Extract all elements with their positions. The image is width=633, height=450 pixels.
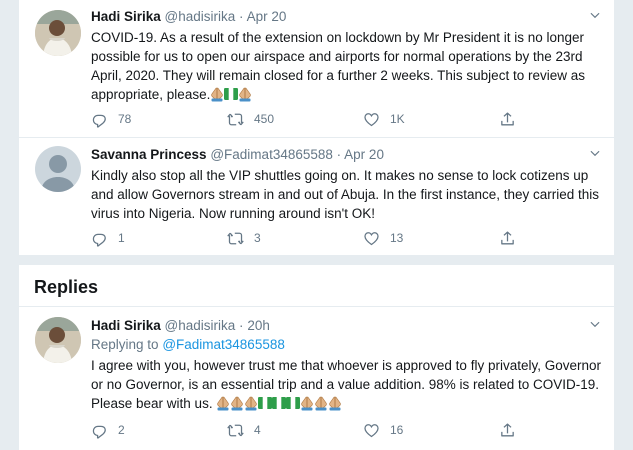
author-name[interactable]: Hadi Sirika — [91, 9, 161, 24]
tweet-original[interactable]: Hadi Sirika @hadisirika · Apr 20 COVID-1… — [19, 0, 616, 137]
like-count: 13 — [390, 231, 404, 245]
chevron-down-icon[interactable] — [588, 8, 602, 22]
tweet-time[interactable]: Apr 20 — [344, 147, 384, 162]
tweet-header: Hadi Sirika @hadisirika · 20h — [91, 317, 602, 335]
share-icon — [499, 111, 516, 128]
retweet-button[interactable]: 450 — [227, 110, 274, 128]
like-button[interactable]: 16 — [363, 421, 403, 439]
tweet-text-content: I agree with you, however trust me that … — [91, 358, 601, 411]
share-button[interactable] — [499, 229, 516, 247]
reply-icon — [91, 422, 108, 439]
avatar-photo-icon — [35, 317, 81, 363]
author-name[interactable]: Hadi Sirika — [91, 318, 161, 333]
tweet-text: I agree with you, however trust me that … — [91, 356, 602, 416]
nigeria-flag-icon — [272, 395, 286, 411]
reply-icon — [91, 230, 108, 247]
share-icon — [499, 422, 516, 439]
heart-icon — [363, 111, 380, 128]
like-button[interactable]: 1K — [363, 110, 405, 128]
replies-heading: Replies — [34, 277, 99, 297]
reply-icon — [91, 111, 108, 128]
separator-dot: · — [239, 318, 244, 333]
reply-button[interactable]: 2 — [91, 421, 125, 439]
retweet-button[interactable]: 4 — [227, 421, 261, 439]
nigeria-flag-icon — [258, 395, 272, 411]
nigeria-flag-icon — [224, 86, 238, 102]
retweet-count: 4 — [254, 423, 261, 437]
tweet-header: Hadi Sirika @hadisirika · Apr 20 — [91, 8, 602, 26]
heart-icon — [363, 230, 380, 247]
reply-count: 1 — [118, 231, 125, 245]
emoji-group — [210, 86, 252, 107]
share-button[interactable] — [499, 421, 516, 439]
separator-dot: · — [239, 9, 244, 24]
separator-dot: · — [336, 147, 342, 162]
folded-hands-icon — [314, 395, 328, 411]
folded-hands-icon — [238, 86, 252, 102]
chevron-down-icon[interactable] — [588, 146, 602, 160]
default-profile-icon — [35, 146, 81, 192]
author-name[interactable]: Savanna Princess — [91, 147, 207, 162]
reply-button[interactable]: 78 — [91, 110, 131, 128]
tweet-actions: 2 4 16 — [91, 421, 531, 439]
heart-icon — [363, 422, 380, 439]
avatar[interactable] — [35, 146, 81, 192]
replying-to-mention[interactable]: @Fadimat34865588 — [162, 337, 285, 352]
replying-to-label: Replying to — [91, 337, 159, 352]
retweet-button[interactable]: 3 — [227, 229, 261, 247]
retweet-icon — [227, 422, 244, 439]
emoji-group — [216, 395, 342, 416]
folded-hands-icon — [244, 395, 258, 411]
tweet-actions: 78 450 1K — [91, 110, 531, 128]
retweet-icon — [227, 111, 244, 128]
section-gap — [19, 255, 614, 265]
like-button[interactable]: 13 — [363, 229, 403, 247]
retweet-icon — [227, 230, 244, 247]
folded-hands-icon — [210, 86, 224, 102]
reply-count: 78 — [118, 112, 132, 126]
folded-hands-icon — [300, 395, 314, 411]
retweet-count: 450 — [254, 112, 275, 126]
author-handle[interactable]: @hadisirika — [165, 318, 236, 333]
share-button[interactable] — [499, 110, 516, 128]
folded-hands-icon — [230, 395, 244, 411]
reply-button[interactable]: 1 — [91, 229, 125, 247]
folded-hands-icon — [216, 395, 230, 411]
tweet-text-content: COVID-19. As a result of the extension o… — [91, 30, 585, 102]
chevron-down-icon[interactable] — [588, 317, 602, 331]
avatar[interactable] — [35, 10, 81, 56]
nigeria-flag-icon — [286, 395, 300, 411]
tweet-time[interactable]: 20h — [247, 318, 270, 333]
like-count: 16 — [390, 423, 404, 437]
tweet-time[interactable]: Apr 20 — [247, 9, 287, 24]
author-handle[interactable]: @hadisirika — [165, 9, 236, 24]
author-handle[interactable]: @Fadimat34865588 — [210, 147, 333, 162]
tweet-text: Kindly also stop all the VIP shuttles go… — [91, 168, 600, 221]
retweet-count: 3 — [254, 231, 261, 245]
avatar-photo-icon — [35, 10, 81, 56]
tweet-text: COVID-19. As a result of the extension o… — [91, 28, 602, 107]
tweet-header: Savanna Princess @Fadimat34865588 · Apr … — [91, 146, 602, 164]
reply-count: 2 — [118, 423, 125, 437]
tweet-actions: 1 3 13 — [91, 229, 531, 247]
folded-hands-icon — [328, 395, 342, 411]
tweet-reply[interactable]: Savanna Princess @Fadimat34865588 · Apr … — [19, 138, 616, 255]
like-count: 1K — [390, 112, 405, 126]
avatar[interactable] — [35, 317, 81, 363]
tweet-reply-author[interactable]: Hadi Sirika @hadisirika · 20h Replying t… — [19, 307, 616, 450]
share-icon — [499, 230, 516, 247]
replying-to: Replying to @Fadimat34865588 — [91, 336, 602, 354]
tweet-column: Hadi Sirika @hadisirika · Apr 20 COVID-1… — [18, 0, 615, 450]
